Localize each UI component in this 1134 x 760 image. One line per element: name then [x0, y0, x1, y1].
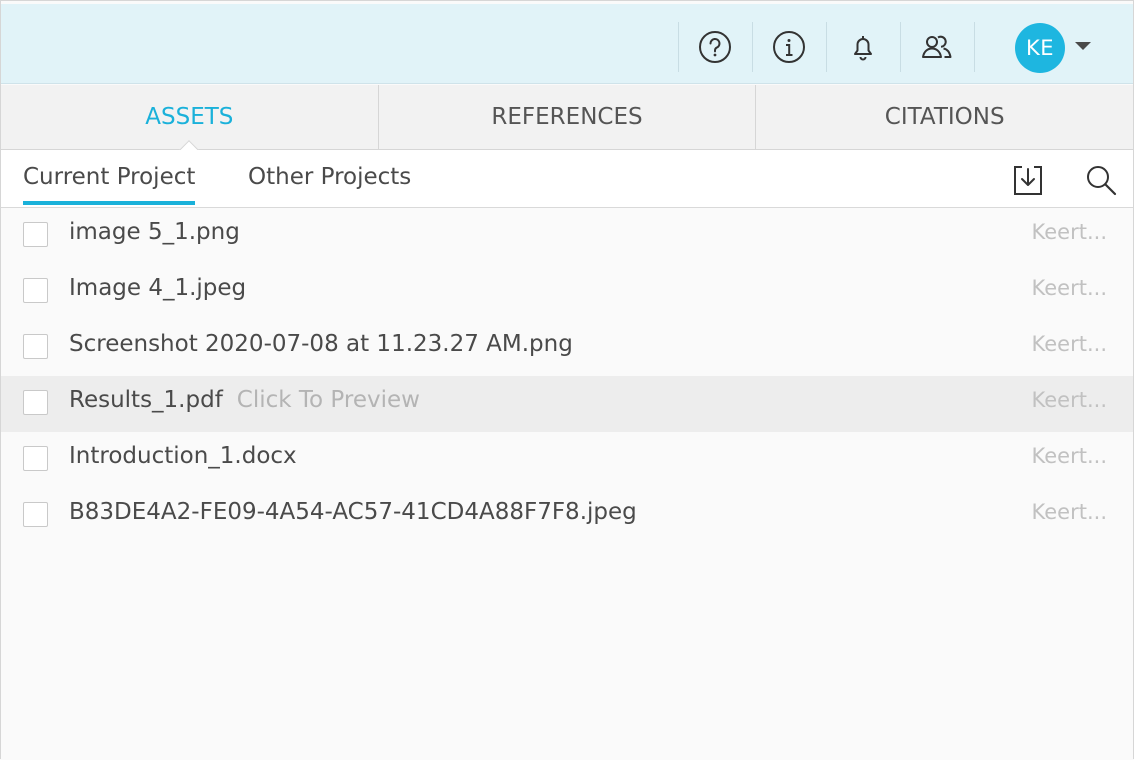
sub-tabs: Current Project Other Projects [1, 150, 1133, 208]
file-owner: Keert... [1031, 444, 1107, 468]
main-tabs: ASSETS REFERENCES CITATIONS [1, 85, 1133, 150]
divider [752, 22, 753, 72]
caret-down-icon[interactable] [1075, 42, 1091, 50]
list-item[interactable]: B83DE4A2-FE09-4A54-AC57-41CD4A88F7F8.jpe… [1, 488, 1133, 544]
list-item[interactable]: Image 4_1.jpeg Keert... [1, 264, 1133, 320]
file-owner: Keert... [1031, 220, 1107, 244]
file-owner: Keert... [1031, 332, 1107, 356]
divider [900, 22, 901, 72]
file-name[interactable]: Screenshot 2020-07-08 at 11.23.27 AM.png [69, 331, 573, 357]
tab-current-project[interactable]: Current Project [23, 164, 196, 205]
tab-label: REFERENCES [491, 104, 643, 130]
tab-label: ASSETS [145, 104, 234, 130]
file-name[interactable]: Image 4_1.jpeg [69, 275, 246, 301]
notification-icon[interactable] [845, 29, 881, 65]
row-checkbox[interactable] [23, 222, 48, 247]
row-checkbox[interactable] [23, 334, 48, 359]
tab-other-projects[interactable]: Other Projects [248, 164, 411, 201]
file-owner: Keert... [1031, 276, 1107, 300]
avatar-initials: KE [1025, 36, 1055, 60]
file-name[interactable]: Introduction_1.docx [69, 443, 297, 469]
download-icon[interactable] [1010, 162, 1046, 198]
top-bar: KE [1, 4, 1133, 84]
tab-label: CITATIONS [884, 104, 1005, 130]
tab-citations[interactable]: CITATIONS [756, 85, 1133, 149]
divider [826, 22, 827, 72]
row-checkbox[interactable] [23, 502, 48, 527]
file-name[interactable]: B83DE4A2-FE09-4A54-AC57-41CD4A88F7F8.jpe… [69, 499, 637, 525]
preview-link[interactable]: Click To Preview [237, 387, 420, 413]
file-name: Results_1.pdf [69, 387, 223, 413]
file-list: image 5_1.png Keert... Image 4_1.jpeg Ke… [1, 208, 1133, 544]
subtab-label: Other Projects [248, 164, 412, 190]
file-owner: Keert... [1031, 388, 1107, 412]
collaborators-icon[interactable] [919, 29, 955, 65]
tab-references[interactable]: REFERENCES [379, 85, 757, 149]
search-icon[interactable] [1083, 162, 1119, 198]
row-checkbox[interactable] [23, 278, 48, 303]
help-icon[interactable] [697, 29, 733, 65]
divider [974, 22, 975, 72]
file-owner: Keert... [1031, 500, 1107, 524]
row-checkbox[interactable] [23, 390, 48, 415]
file-name[interactable]: image 5_1.png [69, 219, 240, 245]
list-item[interactable]: image 5_1.png Keert... [1, 208, 1133, 264]
divider [678, 22, 679, 72]
list-item[interactable]: Results_1.pdf Click To Preview Keert... [1, 376, 1133, 432]
row-checkbox[interactable] [23, 446, 48, 471]
info-icon[interactable] [771, 29, 807, 65]
file-name-with-preview[interactable]: Results_1.pdf Click To Preview [69, 387, 420, 413]
list-item[interactable]: Introduction_1.docx Keert... [1, 432, 1133, 488]
assets-panel: KE ASSETS REFERENCES CITATIONS Current P… [0, 0, 1134, 759]
tab-assets[interactable]: ASSETS [1, 85, 379, 149]
avatar[interactable]: KE [1015, 23, 1065, 73]
list-item[interactable]: Screenshot 2020-07-08 at 11.23.27 AM.png… [1, 320, 1133, 376]
subtab-label: Current Project [23, 164, 196, 190]
